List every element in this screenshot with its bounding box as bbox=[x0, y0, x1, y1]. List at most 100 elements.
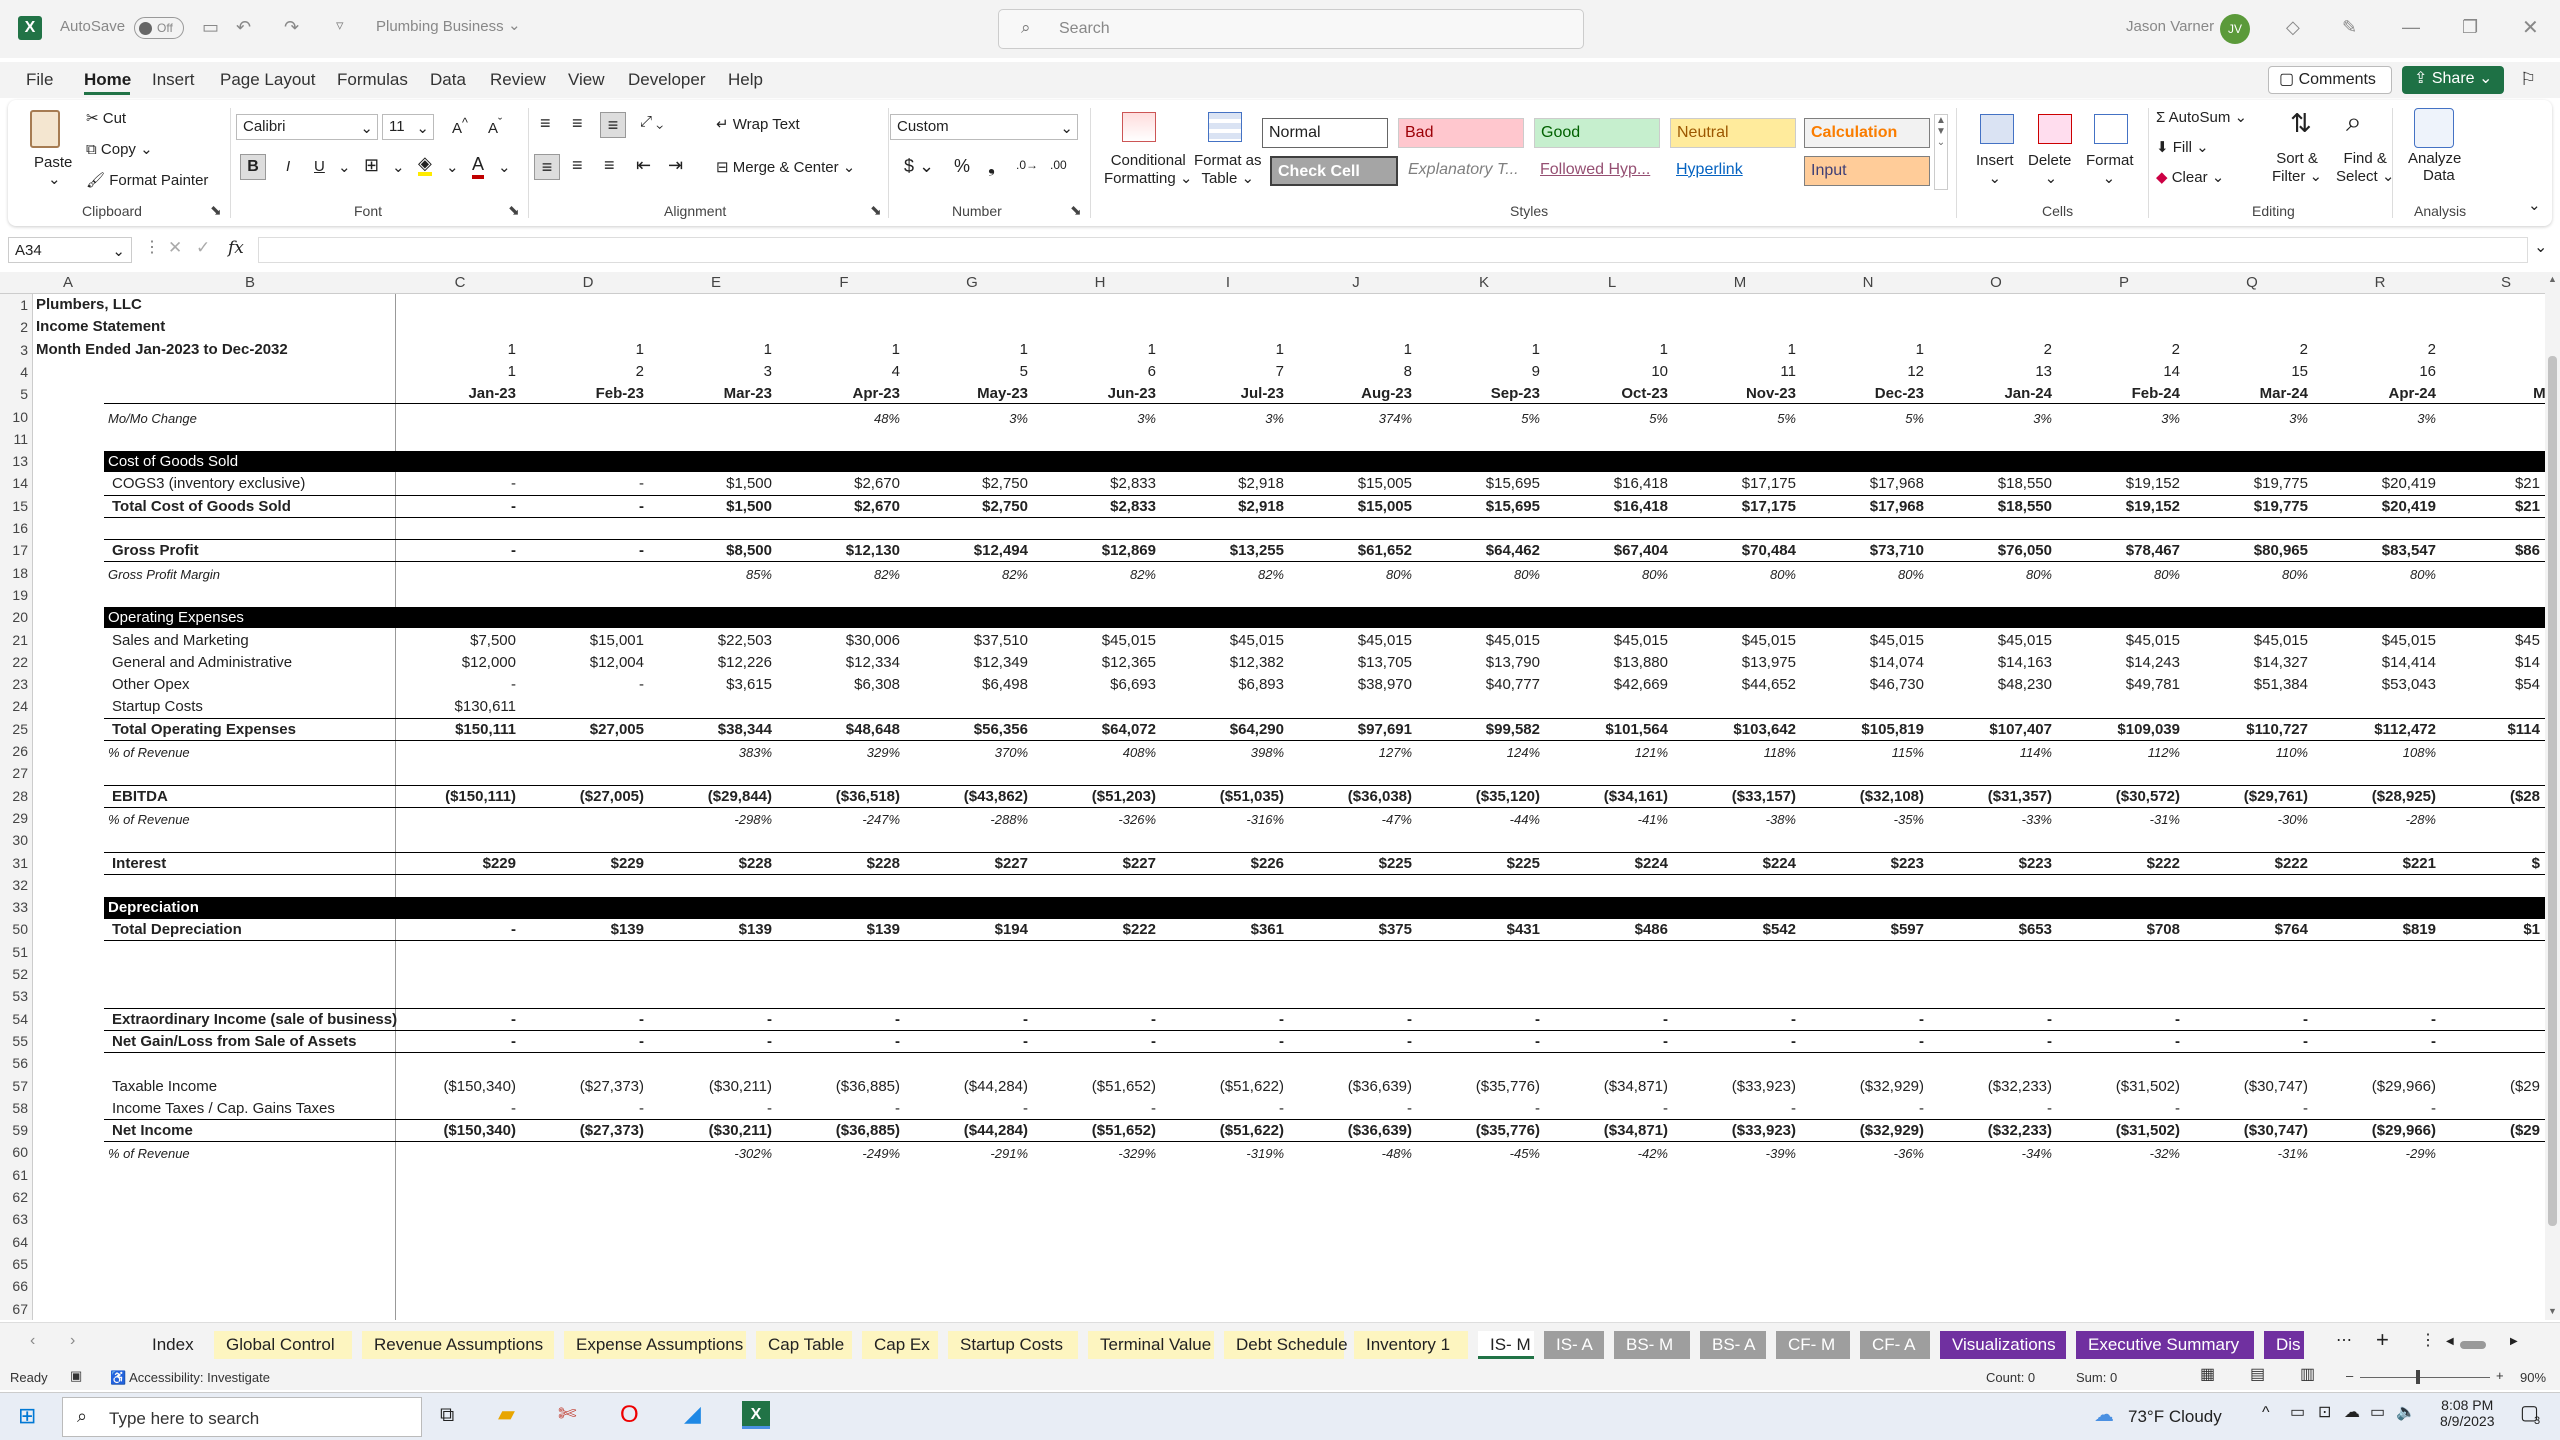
align-middle-icon[interactable]: ≡ bbox=[572, 114, 583, 132]
cell[interactable]: Feb-23 bbox=[534, 385, 644, 402]
chevron-down-icon[interactable]: ⌄ bbox=[446, 158, 459, 176]
column-header[interactable]: H bbox=[1080, 274, 1120, 291]
autosum-button[interactable]: Σ AutoSum ⌄ bbox=[2156, 108, 2247, 126]
feedback-icon[interactable]: ⚐ bbox=[2520, 70, 2536, 88]
cell[interactable]: % of Revenue bbox=[108, 812, 190, 827]
row-header[interactable]: 54 bbox=[0, 1011, 28, 1027]
cell[interactable]: 8 bbox=[1332, 363, 1412, 380]
zoom-in-icon[interactable]: + bbox=[2496, 1368, 2504, 1383]
add-sheet-icon[interactable]: + bbox=[2376, 1329, 2389, 1351]
row-header[interactable]: 67 bbox=[0, 1301, 28, 1317]
cell[interactable]: 1 bbox=[1716, 341, 1796, 358]
column-header[interactable]: I bbox=[1208, 274, 1248, 291]
align-center-icon[interactable]: ≡ bbox=[572, 156, 583, 174]
worksheet-grid[interactable]: Plumbers, LLC Income Statement Month Ended… bbox=[34, 294, 2545, 1320]
scroll-down-icon[interactable]: ▼ bbox=[2548, 1306, 2557, 1316]
cell[interactable]: 1 bbox=[820, 341, 900, 358]
cell[interactable]: 1 bbox=[1076, 341, 1156, 358]
cell[interactable]: 1 bbox=[564, 341, 644, 358]
tab-help[interactable]: Help bbox=[728, 70, 763, 90]
cell[interactable]: ($28 bbox=[2390, 788, 2540, 805]
sheet-tab[interactable]: BS- M bbox=[1614, 1331, 1690, 1359]
weather-text[interactable]: 73°F Cloudy bbox=[2128, 1407, 2222, 1427]
cell[interactable]: 10 bbox=[1588, 363, 1668, 380]
file-explorer-icon[interactable]: ▰ bbox=[498, 1403, 515, 1425]
cell[interactable]: 12 bbox=[1844, 363, 1924, 380]
sheet-tab[interactable]: Revenue Assumptions bbox=[362, 1331, 554, 1359]
zoom-slider[interactable] bbox=[2360, 1370, 2490, 1384]
style-check-cell[interactable]: Check Cell bbox=[1270, 156, 1398, 186]
format-as-table-button[interactable]: Format as Table ⌄ bbox=[1194, 152, 1262, 187]
sheet-tab[interactable]: Cap Table bbox=[756, 1331, 852, 1359]
row-header[interactable]: 57 bbox=[0, 1078, 28, 1094]
percent-icon[interactable]: % bbox=[954, 156, 970, 177]
chevron-down-icon[interactable]: ⌄ bbox=[392, 158, 405, 176]
cell[interactable]: Extraordinary Income (sale of business) bbox=[112, 1011, 397, 1028]
sheet-tab[interactable]: Inventory 1 bbox=[1354, 1331, 1468, 1359]
cell[interactable]: $ bbox=[2390, 855, 2540, 872]
prev-sheet-icon[interactable]: ‹ bbox=[30, 1333, 35, 1349]
cell[interactable]: Oct-23 bbox=[1558, 385, 1668, 402]
row-header[interactable]: 21 bbox=[0, 632, 28, 648]
sheet-tab[interactable]: CF- A bbox=[1860, 1331, 1930, 1359]
cell[interactable]: 1 bbox=[692, 341, 772, 358]
cell[interactable]: 7 bbox=[1204, 363, 1284, 380]
cell[interactable]: - bbox=[2286, 1100, 2436, 1117]
decrease-indent-icon[interactable]: ⇤ bbox=[636, 156, 651, 174]
row-header[interactable]: 63 bbox=[0, 1211, 28, 1227]
cell[interactable]: Gross Profit bbox=[112, 542, 199, 559]
cell[interactable]: Net Gain/Loss from Sale of Assets bbox=[112, 1033, 357, 1050]
network-icon[interactable]: ☁ bbox=[2344, 1405, 2360, 1421]
cell[interactable]: 9 bbox=[1460, 363, 1540, 380]
style-explanatory[interactable]: Explanatory T... bbox=[1402, 156, 1528, 186]
cell[interactable]: 16 bbox=[2356, 363, 2436, 380]
cell[interactable]: Jan-24 bbox=[1942, 385, 2052, 402]
cell[interactable]: -28% bbox=[2286, 812, 2436, 827]
delete-cells-button[interactable]: Delete ⌄ bbox=[2028, 152, 2071, 187]
decrease-font-icon[interactable]: Aˇ bbox=[488, 116, 502, 137]
cell[interactable]: $21 bbox=[2390, 475, 2540, 492]
cell[interactable]: 11 bbox=[1716, 363, 1796, 380]
dialog-launcher-icon[interactable]: ⬊ bbox=[210, 203, 222, 217]
dialog-launcher-icon[interactable]: ⬊ bbox=[870, 203, 882, 217]
tab-page-layout[interactable]: Page Layout bbox=[220, 70, 315, 90]
diamond-icon[interactable]: ◇ bbox=[2286, 18, 2300, 36]
cell[interactable]: - bbox=[2286, 1033, 2436, 1050]
cell[interactable]: Depreciation bbox=[108, 899, 199, 916]
sheet-tab[interactable]: Executive Summary bbox=[2076, 1331, 2254, 1359]
row-header[interactable]: 62 bbox=[0, 1189, 28, 1205]
cell[interactable]: Sales and Marketing bbox=[112, 632, 249, 649]
cell[interactable]: Net Income bbox=[112, 1122, 193, 1139]
scroll-right-icon[interactable]: ▶ bbox=[2510, 1336, 2518, 1347]
column-header[interactable]: M bbox=[1720, 274, 1760, 291]
zoom-out-icon[interactable]: – bbox=[2346, 1368, 2353, 1383]
cell[interactable]: 5 bbox=[948, 363, 1028, 380]
volume-icon[interactable]: 🔈 bbox=[2396, 1405, 2416, 1421]
scroll-up-icon[interactable]: ▲ bbox=[2548, 274, 2557, 284]
horizontal-scrollbar[interactable]: ◀ ▶ bbox=[2446, 1336, 2522, 1351]
cell[interactable]: Jan-23 bbox=[406, 385, 516, 402]
options-icon[interactable]: ⋮ bbox=[2420, 1333, 2436, 1349]
cell[interactable]: 13 bbox=[1972, 363, 2052, 380]
dialog-launcher-icon[interactable]: ⬊ bbox=[508, 203, 520, 217]
scroll-thumb[interactable] bbox=[2548, 356, 2557, 1226]
row-header[interactable]: 11 bbox=[0, 431, 28, 447]
cell[interactable]: EBITDA bbox=[112, 788, 168, 805]
cell[interactable]: 2 bbox=[2228, 341, 2308, 358]
font-color-icon[interactable]: A bbox=[472, 154, 485, 179]
format-cells-button[interactable]: Format ⌄ bbox=[2086, 152, 2134, 187]
tab-file[interactable]: File bbox=[26, 70, 53, 90]
task-view-icon[interactable]: ⧉ bbox=[440, 1405, 454, 1425]
clear-button[interactable]: ◆ Clear ⌄ bbox=[2156, 168, 2224, 186]
cell[interactable]: $54 bbox=[2390, 676, 2540, 693]
row-header[interactable]: 17 bbox=[0, 542, 28, 558]
row-header[interactable]: 50 bbox=[0, 921, 28, 937]
comma-icon[interactable]: ❟ bbox=[988, 156, 995, 177]
cell[interactable]: - bbox=[2286, 1011, 2436, 1028]
row-header[interactable]: 65 bbox=[0, 1256, 28, 1272]
fill-button[interactable]: ⬇ Fill ⌄ bbox=[2156, 138, 2209, 156]
cell[interactable]: ($29 bbox=[2390, 1122, 2540, 1139]
close-icon[interactable]: ✕ bbox=[2522, 18, 2539, 38]
excel-taskbar-icon[interactable]: X bbox=[742, 1401, 770, 1429]
align-top-icon[interactable]: ≡ bbox=[540, 114, 551, 132]
